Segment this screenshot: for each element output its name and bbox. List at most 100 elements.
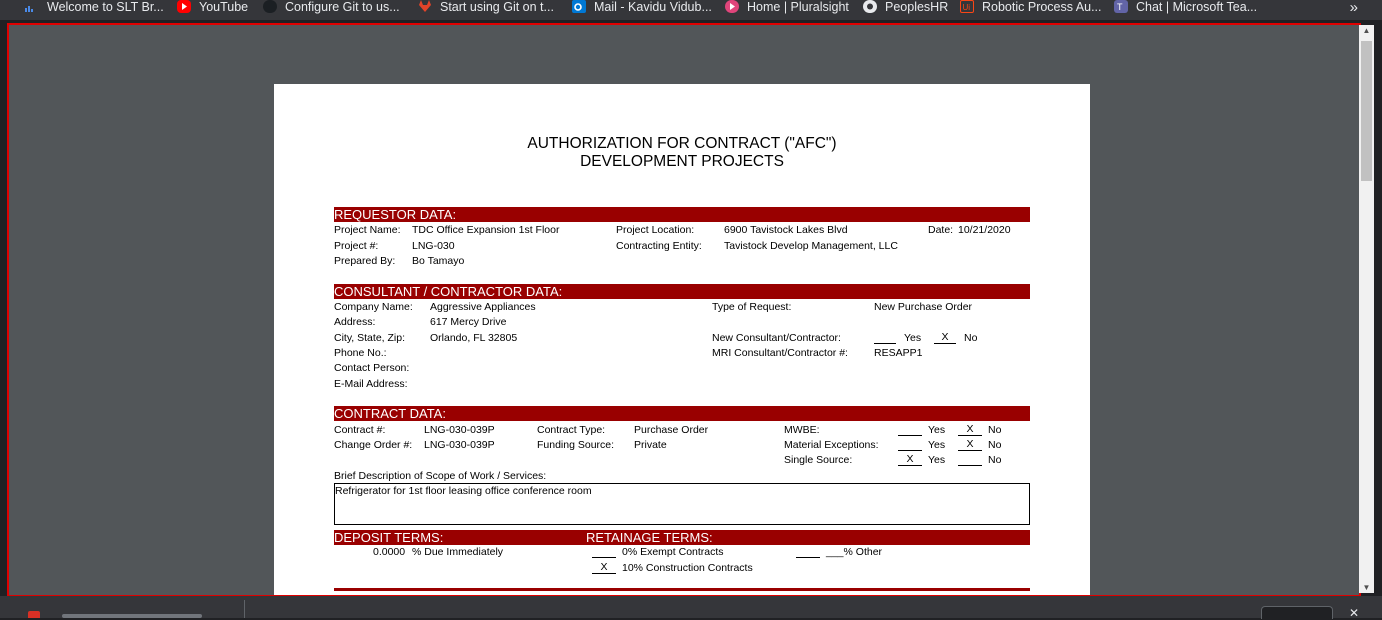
mwbe-no-label: No — [988, 424, 1002, 436]
mwbe-yes-mark — [898, 424, 922, 436]
date-value: 10/21/2020 — [958, 224, 1011, 236]
address-value: 617 Mercy Drive — [430, 316, 507, 328]
mwbe-yes-label: Yes — [928, 424, 946, 436]
outlook-icon — [572, 0, 586, 13]
gitlab-icon — [418, 0, 432, 13]
project-name-value: TDC Office Expansion 1st Floor — [412, 224, 560, 236]
contract-type-label: Contract Type: — [537, 424, 606, 436]
contracting-entity-label: Contracting Entity: — [616, 240, 702, 252]
svg-text:T: T — [1117, 2, 1123, 12]
downloads-bar — [0, 596, 1382, 618]
retainage-terms-header: RETAINAGE TERMS: — [586, 530, 713, 545]
date-label: Date: — [928, 224, 954, 236]
requestor-header-text: REQUESTOR DATA: — [334, 207, 457, 222]
download-item-name[interactable] — [62, 614, 202, 618]
title-line-1: AUTHORIZATION FOR CONTRACT ("AFC") — [527, 135, 837, 152]
other-text: ___% Other — [826, 546, 883, 558]
bookmark-label: Robotic Process Au... — [982, 0, 1102, 14]
new-consultant-yes-label: Yes — [904, 332, 922, 344]
prepared-by-label: Prepared By: — [334, 255, 396, 267]
new-consultant-yes-mark — [874, 332, 896, 344]
project-number-label: Project #: — [334, 240, 379, 252]
mwbe-label: MWBE: — [784, 424, 820, 436]
show-all-button[interactable] — [1261, 606, 1333, 619]
single-source-no-mark — [958, 454, 982, 466]
brief-description-box: Refrigerator for 1st floor leasing offic… — [334, 483, 1030, 525]
exempt-text: 0% Exempt Contracts — [622, 546, 724, 558]
deposit-percent-value: 0.0000 — [373, 546, 406, 558]
mri-label: MRI Consultant/Contractor #: — [712, 347, 848, 359]
company-name-value: Aggressive Appliances — [430, 301, 536, 313]
scroll-up-icon[interactable]: ▲ — [1359, 26, 1374, 35]
material-exceptions-label: Material Exceptions: — [784, 439, 879, 451]
material-no-label: No — [988, 439, 1002, 451]
pdf-file-icon[interactable] — [28, 611, 40, 618]
pdf-viewer[interactable]: AUTHORIZATION FOR CONTRACT ("AFC") DEVEL… — [7, 23, 1361, 597]
consultant-header-text: CONSULTANT / CONTRACTOR DATA: — [334, 284, 563, 299]
scroll-down-icon[interactable]: ▼ — [1359, 583, 1374, 592]
new-consultant-no-label: No — [964, 332, 978, 344]
downloads-separator — [244, 600, 245, 618]
material-no-mark: X — [958, 439, 982, 451]
phone-label: Phone No.: — [334, 347, 387, 359]
chevron-double-right-icon[interactable]: » — [1350, 0, 1358, 16]
consultant-header: CONSULTANT / CONTRACTOR DATA: — [334, 284, 1030, 299]
single-source-yes-mark: X — [898, 454, 922, 466]
single-source-no-label: No — [988, 454, 1002, 466]
email-label: E-Mail Address: — [334, 378, 408, 390]
scrollbar-thumb[interactable] — [1361, 41, 1372, 181]
project-number-value: LNG-030 — [412, 240, 455, 252]
slt-icon — [25, 0, 35, 13]
mwbe-no-mark: X — [958, 424, 982, 436]
contract-header: CONTRACT DATA: — [334, 406, 1030, 421]
single-source-label: Single Source: — [784, 454, 853, 466]
city-state-zip-value: Orlando, FL 32805 — [430, 332, 518, 344]
contact-person-label: Contact Person: — [334, 362, 410, 374]
contracting-entity-value: Tavistock Develop Management, LLC — [724, 240, 898, 252]
contract-number-value: LNG-030-039P — [424, 424, 495, 436]
funding-source-label: Funding Source: — [537, 439, 615, 451]
type-of-request-label: Type of Request: — [712, 301, 792, 313]
bookmark-label: Welcome to SLT Br... — [47, 0, 164, 14]
deposit-terms-header: DEPOSIT TERMS: — [334, 530, 444, 545]
github-icon — [263, 0, 277, 13]
uipath-icon: Ui — [960, 0, 974, 13]
project-name-label: Project Name: — [334, 224, 401, 236]
address-label: Address: — [334, 316, 376, 328]
bookmark-label: Configure Git to us... — [285, 0, 400, 14]
peopleshr-icon — [863, 0, 877, 13]
next-section-bar — [334, 588, 1030, 591]
teams-icon: T — [1114, 0, 1128, 13]
new-consultant-no-mark: X — [934, 332, 956, 344]
funding-source-value: Private — [634, 439, 667, 451]
bookmark-label: Chat | Microsoft Tea... — [1136, 0, 1258, 14]
material-yes-mark — [898, 439, 922, 451]
bookmark-label: YouTube — [199, 0, 249, 14]
bookmark-label: Home | Pluralsight — [747, 0, 849, 14]
bookmark-label: Start using Git on t... — [440, 0, 554, 14]
bookmarks-bar: Welcome to SLT Br... YouTube Configure G… — [0, 0, 1382, 20]
new-consultant-label: New Consultant/Contractor: — [712, 332, 841, 344]
change-order-label: Change Order #: — [334, 439, 413, 451]
svg-text:Ui: Ui — [963, 3, 971, 12]
youtube-icon — [177, 0, 191, 13]
brief-description-label: Brief Description of Scope of Work / Ser… — [334, 470, 547, 482]
exempt-mark — [592, 546, 616, 558]
pdf-page: AUTHORIZATION FOR CONTRACT ("AFC") DEVEL… — [274, 84, 1090, 595]
terms-header: DEPOSIT TERMS: RETAINAGE TERMS: — [334, 530, 1030, 545]
single-source-yes-label: Yes — [928, 454, 946, 466]
requestor-header: REQUESTOR DATA: — [334, 207, 1030, 222]
brief-description-value: Refrigerator for 1st floor leasing offic… — [335, 485, 592, 497]
project-location-value: 6900 Tavistock Lakes Blvd — [724, 224, 848, 236]
city-state-zip-label: City, State, Zip: — [334, 332, 405, 344]
type-of-request-value: New Purchase Order — [874, 301, 973, 313]
material-yes-label: Yes — [928, 439, 946, 451]
document-title: AUTHORIZATION FOR CONTRACT ("AFC") DEVEL… — [274, 135, 1090, 171]
deposit-percent-text: % Due Immediately — [412, 546, 504, 558]
construction-mark: X — [592, 562, 616, 574]
vertical-scrollbar[interactable]: ▲ ▼ — [1359, 25, 1374, 593]
contract-number-label: Contract #: — [334, 424, 386, 436]
change-order-value: LNG-030-039P — [424, 439, 495, 451]
other-mark — [796, 546, 820, 558]
mri-value: RESAPP1 — [874, 347, 923, 359]
